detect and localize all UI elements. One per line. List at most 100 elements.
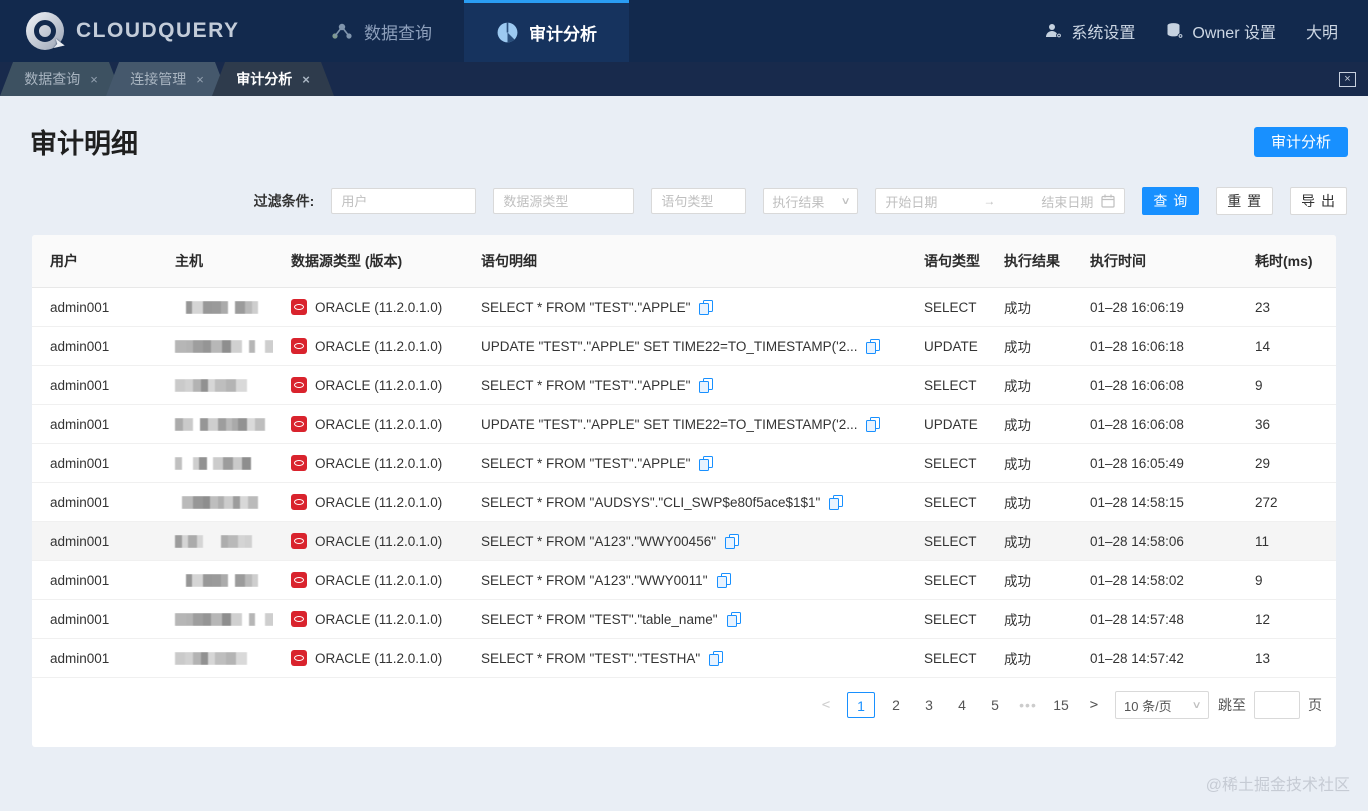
close-icon[interactable]: × [302, 72, 310, 87]
masked-host-value [175, 456, 251, 470]
date-range-picker[interactable]: 开始日期 → 结束日期 [875, 188, 1126, 214]
prev-page-icon[interactable]: < [814, 697, 838, 713]
copy-icon[interactable] [726, 611, 741, 627]
copy-icon[interactable] [699, 455, 714, 471]
user-filter-input[interactable] [331, 188, 477, 214]
datasource-label: ORACLE (11.2.0.1.0) [315, 377, 443, 393]
tab-audit-analysis[interactable]: 审计分析 × [212, 62, 334, 96]
sql-text: SELECT * FROM "TEST"."APPLE" [481, 455, 691, 471]
table-row[interactable]: admin001 ORACLE (11.2.0.1.0) UPDATE "TES… [32, 405, 1336, 444]
table-row[interactable]: admin001 ORACLE (11.2.0.1.0) SELECT * FR… [32, 366, 1336, 405]
table-row[interactable]: admin001 ORACLE (11.2.0.1.0) SELECT * FR… [32, 522, 1336, 561]
page-number[interactable]: 4 [950, 692, 974, 718]
close-all-tabs-icon[interactable]: × [1339, 71, 1356, 87]
copy-icon[interactable] [829, 494, 844, 510]
sql-text: SELECT * FROM "TEST"."TESTHA" [481, 650, 701, 666]
query-button[interactable]: 查 询 [1142, 187, 1200, 215]
copy-icon[interactable] [866, 338, 881, 354]
next-page-icon[interactable]: > [1082, 697, 1106, 713]
tab-data-query[interactable]: 数据查询 × [0, 62, 122, 96]
nav-item-audit-analysis[interactable]: 审计分析 [464, 0, 629, 62]
cell-exec-time: 01–28 16:06:19 [1090, 299, 1184, 315]
cell-exec-time: 01–28 16:06:08 [1090, 377, 1184, 393]
cell-sql: UPDATE "TEST"."APPLE" SET TIME22=TO_TIME… [463, 416, 906, 432]
cell-user: admin001 [50, 416, 110, 432]
owner-settings-label: Owner 设置 [1192, 25, 1276, 42]
exec-result-select[interactable]: 执行结果 ∨ [763, 188, 859, 214]
sql-text: SELECT * FROM "A123"."WWY00456" [481, 533, 716, 549]
table-row[interactable]: admin001 ORACLE (11.2.0.1.0) SELECT * FR… [32, 483, 1336, 522]
cell-exec-result: 成功 [1004, 652, 1031, 667]
cell-datasource: ORACLE (11.2.0.1.0) [273, 299, 463, 315]
pagination: < 1 2 3 4 5 ••• 15 > 10 条/页 ∨ 跳至 页 [32, 691, 1336, 719]
end-date-placeholder: 结束日期 [1041, 194, 1094, 210]
copy-icon[interactable] [709, 650, 724, 666]
tab-connection-mgmt[interactable]: 连接管理 × [106, 62, 228, 96]
start-date-placeholder: 开始日期 [885, 194, 938, 210]
close-icon[interactable]: × [90, 72, 98, 87]
cell-user: admin001 [50, 533, 110, 549]
jump-label: 跳至 [1218, 697, 1246, 713]
page-number[interactable]: 3 [917, 692, 941, 718]
owner-settings-link[interactable]: Owner 设置 [1165, 19, 1276, 43]
datasource-label: ORACLE (11.2.0.1.0) [315, 494, 443, 510]
datasource-filter-input[interactable] [493, 188, 635, 214]
cell-cost-ms: 23 [1255, 299, 1271, 315]
statement-type-filter-input[interactable] [651, 188, 747, 214]
app-logo[interactable]: CLOUDQUERY [0, 0, 250, 62]
masked-host-value [175, 612, 273, 626]
table-row[interactable]: admin001 ORACLE (11.2.0.1.0) SELECT * FR… [32, 600, 1336, 639]
page-number[interactable]: 2 [884, 692, 908, 718]
cell-exec-time: 01–28 14:58:06 [1090, 533, 1184, 549]
masked-host-value [175, 378, 247, 392]
datasource-label: ORACLE (11.2.0.1.0) [315, 650, 443, 666]
copy-icon[interactable] [699, 377, 714, 393]
copy-icon[interactable] [699, 299, 714, 315]
page-size-select[interactable]: 10 条/页 ∨ [1115, 691, 1209, 719]
cell-statement-type: UPDATE [924, 338, 978, 354]
nav-item-data-query[interactable]: 数据查询 [298, 0, 464, 62]
table-row[interactable]: admin001 ORACLE (11.2.0.1.0) UPDATE "TES… [32, 327, 1336, 366]
cell-datasource: ORACLE (11.2.0.1.0) [273, 611, 463, 627]
copy-icon[interactable] [866, 416, 881, 432]
cloudquery-logo-icon [26, 12, 64, 50]
cell-datasource: ORACLE (11.2.0.1.0) [273, 377, 463, 393]
cell-sql: SELECT * FROM "TEST"."TESTHA" [463, 650, 906, 666]
table-row[interactable]: admin001 ORACLE (11.2.0.1.0) SELECT * FR… [32, 444, 1336, 483]
page-number[interactable]: 15 [1049, 692, 1073, 718]
close-icon[interactable]: × [196, 72, 204, 87]
datasource-label: ORACLE (11.2.0.1.0) [315, 416, 443, 432]
masked-host-value [175, 651, 247, 665]
user-menu[interactable]: 大明 [1306, 19, 1338, 43]
cell-sql: SELECT * FROM "TEST"."APPLE" [463, 455, 906, 471]
cell-datasource: ORACLE (11.2.0.1.0) [273, 572, 463, 588]
cell-user: admin001 [50, 650, 110, 666]
col-header-user: 用户 [50, 253, 78, 269]
audit-analysis-button[interactable]: 审计分析 [1253, 126, 1348, 157]
filter-label: 过滤条件: [253, 193, 315, 209]
oracle-icon [291, 572, 307, 588]
tab-label: 连接管理 [130, 71, 187, 87]
copy-icon[interactable] [725, 533, 739, 549]
cell-host [157, 573, 273, 587]
table-row[interactable]: admin001 ORACLE (11.2.0.1.0) SELECT * FR… [32, 288, 1336, 327]
cell-statement-type: SELECT [924, 377, 977, 393]
export-button[interactable]: 导 出 [1290, 187, 1347, 215]
masked-host-value [175, 534, 252, 548]
cell-statement-type: SELECT [924, 650, 977, 666]
logo-text: CLOUDQUERY [76, 19, 240, 42]
table-row[interactable]: admin001 ORACLE (11.2.0.1.0) SELECT * FR… [32, 639, 1336, 678]
cell-exec-time: 01–28 16:05:49 [1090, 455, 1184, 471]
masked-host-value [175, 573, 258, 587]
page-number[interactable]: 1 [847, 692, 875, 718]
cell-exec-time: 01–28 14:57:48 [1090, 611, 1184, 627]
nav-label: 审计分析 [529, 25, 597, 44]
cell-datasource: ORACLE (11.2.0.1.0) [273, 650, 463, 666]
copy-icon[interactable] [716, 572, 731, 588]
cell-exec-result: 成功 [1004, 535, 1031, 550]
system-settings-link[interactable]: 系统设置 [1044, 19, 1135, 43]
page-number[interactable]: 5 [983, 692, 1007, 718]
jump-page-input[interactable] [1254, 691, 1300, 719]
table-row[interactable]: admin001 ORACLE (11.2.0.1.0) SELECT * FR… [32, 561, 1336, 600]
reset-button[interactable]: 重 置 [1216, 187, 1274, 215]
